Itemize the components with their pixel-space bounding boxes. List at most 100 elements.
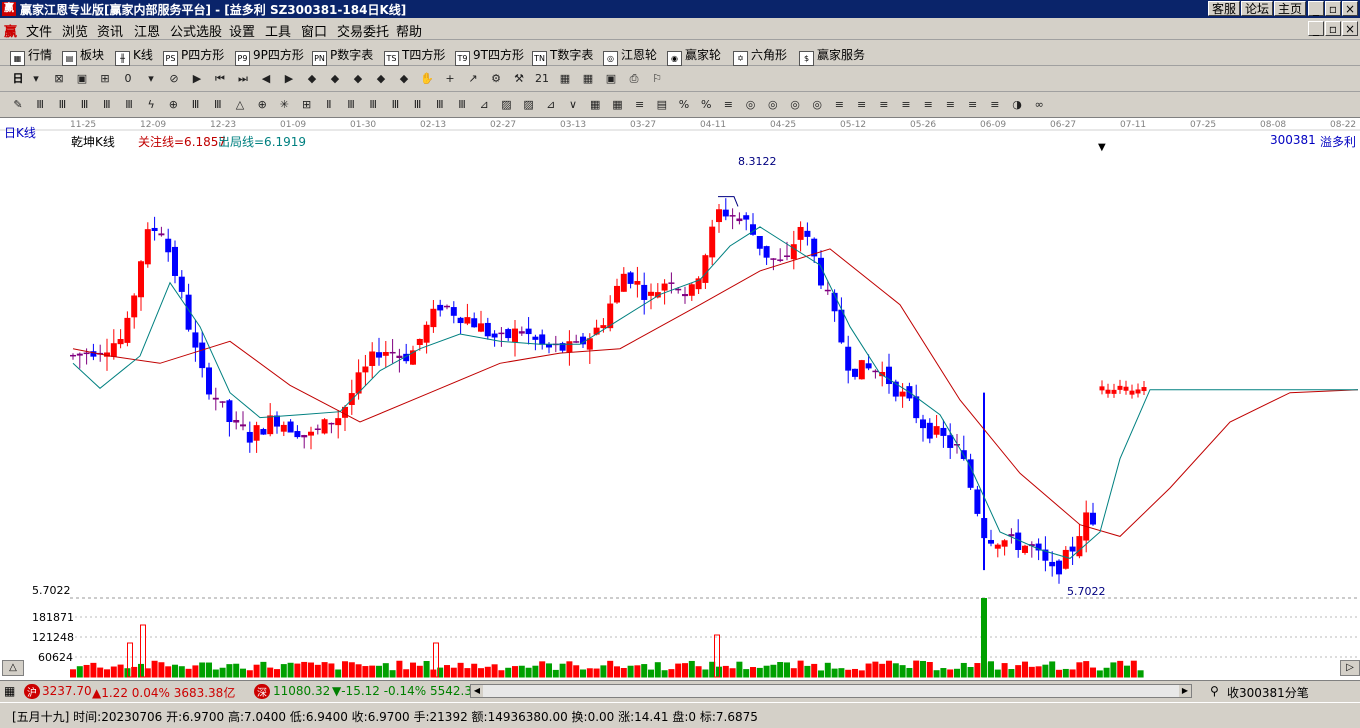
toolbar3-tool-icon[interactable]: ∨ (565, 97, 581, 113)
toolbar3-tool-icon[interactable]: ∞ (1031, 97, 1047, 113)
toolbar3-tool-icon[interactable]: ≡ (831, 97, 847, 113)
toolbar3-tool-icon[interactable]: Ⅲ (54, 97, 70, 113)
toolbar3-tool-icon[interactable]: ⊕ (165, 97, 181, 113)
toolbar3-tool-icon[interactable]: △ (232, 97, 248, 113)
toolbar3-tool-icon[interactable]: ≡ (898, 97, 914, 113)
toolbar3-tool-icon[interactable]: ≡ (965, 97, 981, 113)
toolbar2-tool-icon[interactable]: ▾ (28, 71, 44, 87)
toolbar3-tool-icon[interactable]: ◎ (765, 97, 781, 113)
toolbar3-tool-icon[interactable]: Ⅲ (387, 97, 403, 113)
menu-tools[interactable]: 工具 (265, 21, 291, 40)
toolbar3-tool-icon[interactable]: ≡ (720, 97, 736, 113)
toolbar2-tool-icon[interactable]: ⊠ (51, 71, 67, 87)
toolbar3-tool-icon[interactable]: ⊿ (543, 97, 559, 113)
menu-help[interactable]: 帮助 (396, 21, 422, 40)
period-selector[interactable]: 日 (10, 71, 26, 87)
toolbar2-tool-icon[interactable]: ◆ (350, 71, 366, 87)
toolbar3-tool-icon[interactable]: ✎ (10, 97, 26, 113)
toolbar2-tool-icon[interactable]: ✋ (419, 71, 435, 87)
toolbar2-tool-icon[interactable]: ◀ (258, 71, 274, 87)
quote-grid-icon[interactable]: ▦ (4, 684, 15, 698)
toolbar3-tool-icon[interactable]: Ⅲ (32, 97, 48, 113)
toolbar2-tool-icon[interactable]: ▦ (580, 71, 596, 87)
horizontal-scrollbar[interactable]: ◀ ▶ (470, 684, 1192, 698)
toolbar3-tool-icon[interactable]: ≡ (876, 97, 892, 113)
toolbar2-tool-icon[interactable]: 0 (120, 71, 136, 87)
menu-formula-screening[interactable]: 公式选股 (170, 21, 222, 40)
doc-minimize-button[interactable]: _ (1308, 21, 1324, 36)
toolbar3-tool-icon[interactable]: % (676, 97, 692, 113)
doc-restore-button[interactable]: ▫ (1325, 21, 1341, 36)
tool-p-number-table[interactable]: PN P数字表 (312, 46, 373, 66)
homepage-button[interactable]: 主页 (1274, 1, 1306, 16)
toolbar2-tool-icon[interactable]: ▣ (74, 71, 90, 87)
toolbar2-tool-icon[interactable]: ⊘ (166, 71, 182, 87)
menu-settings[interactable]: 设置 (229, 21, 255, 40)
toolbar3-tool-icon[interactable]: ≡ (632, 97, 648, 113)
toolbar3-tool-icon[interactable]: ⊕ (254, 97, 270, 113)
toolbar2-tool-icon[interactable]: ▾ (143, 71, 159, 87)
toolbar3-tool-icon[interactable]: ◎ (743, 97, 759, 113)
toolbar3-tool-icon[interactable]: ▦ (609, 97, 625, 113)
tool-9p-square[interactable]: P9 9P四方形 (235, 46, 304, 66)
menu-gann[interactable]: 江恩 (134, 21, 160, 40)
toolbar3-tool-icon[interactable]: ◎ (787, 97, 803, 113)
toolbar2-tool-icon[interactable]: ⊞ (97, 71, 113, 87)
toolbar3-tool-icon[interactable]: ◑ (1009, 97, 1025, 113)
kline-chart[interactable]: 日K线 乾坤K线 关注线=6.1857 出局线=6.1919 300381 溢多… (0, 118, 1360, 680)
menu-file[interactable]: 文件 (26, 21, 52, 40)
tool-winner-wheel[interactable]: ◉ 赢家轮 (667, 46, 721, 66)
toolbar3-tool-icon[interactable]: % (698, 97, 714, 113)
toolbar2-tool-icon[interactable]: ⚙ (488, 71, 504, 87)
forum-button[interactable]: 论坛 (1241, 1, 1273, 16)
scroll-left-icon[interactable]: ◀ (471, 685, 483, 697)
chart-canvas[interactable] (0, 118, 1360, 680)
tool-kline[interactable]: ╫ K线 (115, 46, 153, 66)
toolbar3-tool-icon[interactable]: ▤ (654, 97, 670, 113)
toolbar3-tool-icon[interactable]: Ⅲ (121, 97, 137, 113)
scroll-right-arrow-icon[interactable]: ▷ (1340, 660, 1360, 676)
toolbar2-tool-icon[interactable]: ◆ (327, 71, 343, 87)
toolbar2-tool-icon[interactable]: ▦ (557, 71, 573, 87)
tool-winner-service[interactable]: $ 赢家服务 (799, 46, 865, 66)
tool-sectors[interactable]: ▤ 板块 (62, 46, 104, 66)
tool-t-number-table[interactable]: TN T数字表 (532, 46, 593, 66)
toolbar3-tool-icon[interactable]: ▦ (587, 97, 603, 113)
menu-window[interactable]: 窗口 (301, 21, 327, 40)
tool-hexagon[interactable]: ✡ 六角形 (733, 46, 787, 66)
tool-quotes[interactable]: ▦ 行情 (10, 46, 52, 66)
toolbar3-tool-icon[interactable]: ≡ (920, 97, 936, 113)
restore-button[interactable]: ▫ (1325, 1, 1341, 16)
toolbar2-tool-icon[interactable]: ⎙ (626, 71, 642, 87)
toolbar2-tool-icon[interactable]: 21 (534, 71, 550, 87)
toolbar2-tool-icon[interactable]: ◆ (373, 71, 389, 87)
toolbar3-tool-icon[interactable]: ≡ (987, 97, 1003, 113)
toolbar3-tool-icon[interactable]: ϟ (143, 97, 159, 113)
toolbar2-tool-icon[interactable]: ⏭ (235, 71, 251, 87)
toolbar3-tool-icon[interactable]: ✳ (276, 97, 292, 113)
toolbar3-tool-icon[interactable]: Ⅲ (454, 97, 470, 113)
tool-p-square[interactable]: PS P四方形 (163, 46, 224, 66)
close-button[interactable]: × (1342, 1, 1358, 16)
minimize-button[interactable]: _ (1308, 1, 1324, 16)
toolbar3-tool-icon[interactable]: ≡ (942, 97, 958, 113)
toolbar2-tool-icon[interactable]: ⚐ (649, 71, 665, 87)
tool-9t-square[interactable]: T9 9T四方形 (455, 46, 524, 66)
tool-t-square[interactable]: TS T四方形 (384, 46, 445, 66)
toolbar3-tool-icon[interactable]: ≡ (854, 97, 870, 113)
menu-news[interactable]: 资讯 (97, 21, 123, 40)
toolbar2-tool-icon[interactable]: ⏮ (212, 71, 228, 87)
tool-gann-wheel[interactable]: ◎ 江恩轮 (603, 46, 657, 66)
toolbar3-tool-icon[interactable]: Ⅲ (77, 97, 93, 113)
toolbar3-tool-icon[interactable]: Ⅲ (99, 97, 115, 113)
toolbar3-tool-icon[interactable]: ⊿ (476, 97, 492, 113)
toolbar3-tool-icon[interactable]: Ⅲ (365, 97, 381, 113)
support-button[interactable]: 客服 (1208, 1, 1240, 16)
toolbar2-tool-icon[interactable]: + (442, 71, 458, 87)
toolbar3-tool-icon[interactable]: Ⅲ (432, 97, 448, 113)
menu-trading[interactable]: 交易委托 (337, 21, 389, 40)
toolbar3-tool-icon[interactable]: Ⅲ (343, 97, 359, 113)
toolbar3-tool-icon[interactable]: ⊞ (299, 97, 315, 113)
toolbar2-tool-icon[interactable]: ↗ (465, 71, 481, 87)
scroll-up-arrow-icon[interactable]: △ (2, 660, 24, 676)
